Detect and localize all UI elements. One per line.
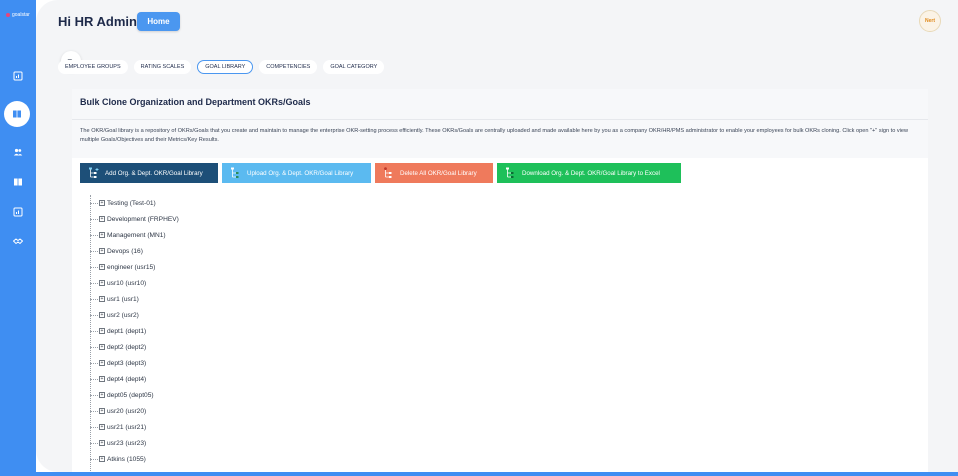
expand-icon[interactable]: + bbox=[99, 200, 105, 206]
home-button[interactable]: Home bbox=[137, 12, 180, 31]
sidebar-item-people[interactable] bbox=[12, 146, 24, 158]
expand-icon[interactable]: + bbox=[99, 440, 105, 446]
tree-node[interactable]: + usr2 (usr2) bbox=[90, 307, 390, 323]
expand-icon[interactable]: + bbox=[99, 312, 105, 318]
bottom-strip bbox=[36, 472, 958, 476]
tab-goal-library[interactable]: GOAL LIBRARY bbox=[197, 60, 254, 74]
logo-text: goalstar bbox=[12, 12, 30, 18]
tab-rating-scales[interactable]: RATING SCALES bbox=[133, 60, 192, 74]
sidebar-item-reports[interactable] bbox=[12, 206, 24, 218]
expand-icon[interactable]: + bbox=[99, 216, 105, 222]
page-title: Hi HR Admin bbox=[58, 14, 137, 29]
chart-icon bbox=[13, 207, 23, 217]
expand-icon[interactable]: + bbox=[99, 456, 105, 462]
tree-node[interactable]: + usr20 (usr20) bbox=[90, 403, 390, 419]
download-library-label: Download Org. & Dept. OKR/Goal Library t… bbox=[522, 169, 660, 177]
tree-node[interactable]: + Development (FRPHEV) bbox=[90, 211, 390, 227]
tab-competencies[interactable]: COMPETENCIES bbox=[259, 60, 318, 74]
expand-icon[interactable]: + bbox=[99, 264, 105, 270]
delete-all-library-label: Delete All OKR/Goal Library bbox=[400, 169, 477, 177]
tree-node[interactable]: + Management (MN1) bbox=[90, 227, 390, 243]
tree-node[interactable]: + Atkins (1055) bbox=[90, 451, 390, 467]
action-buttons: Add Org. & Dept. OKR/Goal Library Upload… bbox=[80, 163, 681, 183]
expand-icon[interactable]: + bbox=[99, 344, 105, 350]
department-tree: + Testing (Test-01) + Development (FRPHEV)… bbox=[90, 195, 390, 476]
tree-node[interactable]: + engineer (usr15) bbox=[90, 259, 390, 275]
card-title: Bulk Clone Organization and Department O… bbox=[80, 97, 311, 107]
avatar[interactable]: Nert bbox=[919, 10, 941, 32]
sidebar-item-partners[interactable] bbox=[12, 235, 24, 247]
expand-icon[interactable]: + bbox=[99, 328, 105, 334]
book-icon bbox=[14, 178, 22, 186]
tree-download-icon bbox=[506, 167, 514, 178]
tree-node[interactable]: + dept1 (dept1) bbox=[90, 323, 390, 339]
logo-mark-icon bbox=[6, 13, 10, 17]
tree-node[interactable]: + Devops (16) bbox=[90, 243, 390, 259]
tree-upload-icon bbox=[231, 167, 239, 178]
expand-icon[interactable]: + bbox=[99, 392, 105, 398]
expand-icon[interactable]: + bbox=[99, 408, 105, 414]
tree-node[interactable]: + dept05 (dept05) bbox=[90, 387, 390, 403]
tab-goal-category[interactable]: GOAL CATEGORY bbox=[323, 60, 385, 74]
tree-node[interactable]: + usr10 (usr10) bbox=[90, 275, 390, 291]
card-header: Bulk Clone Organization and Department O… bbox=[72, 89, 928, 119]
tree-node[interactable]: + dept2 (dept2) bbox=[90, 339, 390, 355]
delete-all-library-button[interactable]: Delete All OKR/Goal Library bbox=[375, 163, 493, 183]
sidebar-item-dashboard[interactable] bbox=[12, 70, 24, 82]
tree-add-icon bbox=[89, 167, 99, 178]
tree-node[interactable]: + usr1 (usr1) bbox=[90, 291, 390, 307]
tree-node[interactable]: + usr21 (usr21) bbox=[90, 419, 390, 435]
handshake-icon bbox=[13, 238, 23, 245]
goal-library-card: Bulk Clone Organization and Department O… bbox=[72, 89, 928, 476]
tree-delete-icon bbox=[384, 167, 392, 178]
upload-library-button[interactable]: Upload Org. & Dept. OKR/Goal Library bbox=[222, 163, 371, 183]
add-library-button[interactable]: Add Org. & Dept. OKR/Goal Library bbox=[80, 163, 218, 183]
expand-icon[interactable]: + bbox=[99, 376, 105, 382]
sidebar: goalstar bbox=[0, 0, 36, 476]
logo[interactable]: goalstar bbox=[6, 12, 30, 18]
expand-icon[interactable]: + bbox=[99, 232, 105, 238]
main-panel: Hi HR Admin Home Nert EMPLOYEE GROUPS RA… bbox=[36, 0, 958, 476]
tree-node[interactable]: + usr23 (usr23) bbox=[90, 435, 390, 451]
sidebar-item-library[interactable] bbox=[4, 101, 30, 127]
tree-node[interactable]: + dept4 (dept4) bbox=[90, 371, 390, 387]
expand-icon[interactable]: + bbox=[99, 424, 105, 430]
sidebar-item-library-2[interactable] bbox=[12, 176, 24, 188]
book-icon bbox=[13, 110, 21, 118]
tree-node[interactable]: + Testing (Test-01) bbox=[90, 195, 390, 211]
expand-icon[interactable]: + bbox=[99, 296, 105, 302]
expand-icon[interactable]: + bbox=[99, 248, 105, 254]
expand-icon[interactable]: + bbox=[99, 280, 105, 286]
card-description: The OKR/Goal library is a repository of … bbox=[80, 128, 909, 143]
tab-employee-groups[interactable]: EMPLOYEE GROUPS bbox=[58, 60, 128, 74]
tab-bar: EMPLOYEE GROUPS RATING SCALES GOAL LIBRA… bbox=[58, 60, 385, 74]
tree-node[interactable]: + dept3 (dept3) bbox=[90, 355, 390, 371]
expand-icon[interactable]: + bbox=[99, 360, 105, 366]
upload-library-label: Upload Org. & Dept. OKR/Goal Library bbox=[247, 169, 354, 177]
people-icon bbox=[13, 148, 23, 156]
add-library-label: Add Org. & Dept. OKR/Goal Library bbox=[105, 169, 203, 177]
avatar-text: Nert bbox=[924, 18, 935, 24]
download-library-button[interactable]: Download Org. & Dept. OKR/Goal Library t… bbox=[497, 163, 681, 183]
chart-icon bbox=[13, 71, 23, 81]
description-box: The OKR/Goal library is a repository of … bbox=[72, 120, 928, 158]
